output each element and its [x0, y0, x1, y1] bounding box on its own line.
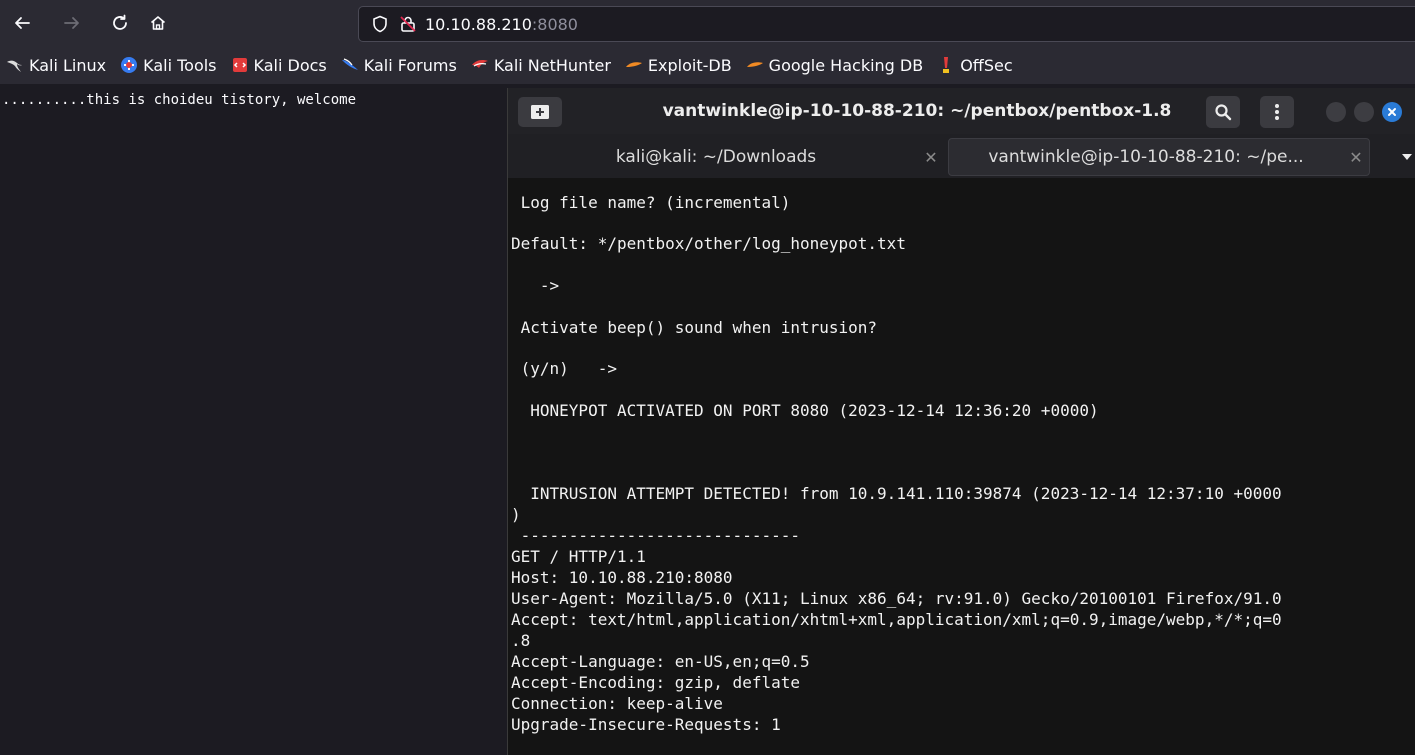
bookmark-label: Kali NetHunter: [493, 55, 611, 75]
terminal-line: GET / HTTP/1.1: [511, 547, 646, 566]
bookmark-label: OffSec: [960, 55, 1013, 75]
bookmark-google-hacking-db[interactable]: Google Hacking DB: [746, 55, 924, 75]
tab-label: vantwinkle@ip-10-10-88-210: ~/pe...: [988, 147, 1304, 167]
tab-close-icon[interactable]: ✕: [1343, 148, 1369, 167]
back-arrow-icon: [15, 17, 30, 29]
terminal-line: Accept: text/html,application/xhtml+xml,…: [511, 610, 1282, 629]
bookmark-label: Kali Forums: [363, 55, 457, 75]
url-port: :8080: [531, 14, 578, 34]
home-button[interactable]: [140, 6, 176, 40]
exploit-db-icon: [625, 56, 643, 74]
terminal-line: -----------------------------: [511, 526, 800, 545]
kebab-menu-icon: [1275, 104, 1279, 120]
back-button[interactable]: [4, 6, 40, 40]
terminal-line: Log file name? (incremental): [511, 193, 791, 212]
terminal-line: ->: [511, 276, 560, 295]
kali-dragon-icon: [6, 56, 24, 74]
kali-tools-icon: [120, 56, 138, 74]
close-button[interactable]: [1382, 102, 1402, 122]
bookmark-label: Kali Tools: [143, 55, 217, 75]
shield-icon[interactable]: [369, 13, 391, 35]
minimize-button[interactable]: [1326, 102, 1346, 122]
search-icon: [1215, 104, 1232, 121]
terminal-menu-button[interactable]: [1260, 96, 1294, 128]
terminal-line: HONEYPOT ACTIVATED ON PORT 8080 (2023-12…: [511, 401, 1099, 420]
terminal-line: Connection: keep-alive: [511, 694, 723, 713]
terminal-window: vantwinkle@ip-10-10-88-210: ~/pentbox/pe…: [507, 88, 1415, 755]
terminal-tab-pentbox[interactable]: vantwinkle@ip-10-10-88-210: ~/pe... ✕: [948, 138, 1370, 176]
maximize-button[interactable]: [1354, 102, 1374, 122]
forward-arrow-icon: [64, 17, 79, 29]
kali-forums-icon: [341, 56, 359, 74]
terminal-output[interactable]: Log file name? (incremental) Default: */p…: [511, 180, 1415, 755]
terminal-line: Upgrade-Insecure-Requests: 1: [511, 715, 781, 734]
url-host: 10.10.88.210: [425, 14, 532, 34]
bookmark-kali-linux[interactable]: Kali Linux: [6, 56, 106, 75]
tab-close-icon[interactable]: ✕: [918, 148, 944, 167]
ghdb-icon: [746, 56, 764, 74]
offsec-icon: [937, 56, 955, 74]
chevron-down-icon: [1402, 154, 1412, 160]
terminal-line: Accept-Language: en-US,en;q=0.5: [511, 652, 810, 671]
url-bar[interactable]: 10.10.88.210:8080: [358, 6, 1415, 42]
bookmark-kali-docs[interactable]: Kali Docs: [231, 56, 327, 75]
terminal-line: User-Agent: Mozilla/5.0 (X11; Linux x86_…: [511, 589, 1282, 608]
bookmarks-bar: Kali Linux Kali Tools Kali Docs Kali For…: [0, 46, 1415, 84]
tabs-dropdown-button[interactable]: [1398, 148, 1415, 166]
terminal-tab-bar: kali@kali: ~/Downloads ✕ vantwinkle@ip-1…: [508, 134, 1415, 178]
terminal-line: (y/n) ->: [511, 359, 617, 378]
bookmark-offsec[interactable]: OffSec: [937, 55, 1013, 75]
insecure-lock-icon[interactable]: [397, 13, 419, 35]
close-icon: [1388, 108, 1396, 116]
bookmark-label: Kali Linux: [29, 55, 107, 75]
bookmark-kali-tools[interactable]: Kali Tools: [120, 55, 217, 75]
reload-button[interactable]: [102, 6, 138, 40]
terminal-line: ): [511, 505, 521, 524]
bookmark-label: Exploit-DB: [647, 55, 732, 75]
terminal-line: INTRUSION ATTEMPT DETECTED! from 10.9.14…: [511, 484, 1282, 503]
terminal-line: Activate beep() sound when intrusion?: [511, 318, 878, 337]
kali-docs-icon: [231, 56, 249, 74]
terminal-search-button[interactable]: [1206, 96, 1240, 128]
bookmark-kali-nethunter[interactable]: Kali NetHunter: [471, 56, 611, 75]
tab-label: kali@kali: ~/Downloads: [615, 147, 817, 167]
terminal-tab-downloads[interactable]: kali@kali: ~/Downloads ✕: [514, 138, 944, 176]
bookmark-kali-forums[interactable]: Kali Forums: [341, 56, 457, 75]
page-body-text: ..........this is choideu tistory, welco…: [2, 92, 357, 108]
bookmark-label: Google Hacking DB: [768, 55, 924, 75]
reload-icon: [113, 14, 127, 30]
home-icon: [150, 16, 166, 30]
bookmark-exploit-db[interactable]: Exploit-DB: [625, 56, 732, 75]
terminal-line: .8: [511, 631, 531, 650]
terminal-line: Default: */pentbox/other/log_honeypot.tx…: [511, 234, 906, 253]
kali-nethunter-icon: [471, 56, 489, 74]
browser-navbar: 10.10.88.210:8080: [0, 0, 1415, 46]
forward-button[interactable]: [54, 6, 90, 40]
bookmark-label: Kali Docs: [253, 55, 327, 75]
terminal-line: Accept-Encoding: gzip, deflate: [511, 673, 800, 692]
terminal-titlebar: vantwinkle@ip-10-10-88-210: ~/pentbox/pe…: [508, 88, 1415, 134]
terminal-line: Host: 10.10.88.210:8080: [511, 568, 733, 587]
